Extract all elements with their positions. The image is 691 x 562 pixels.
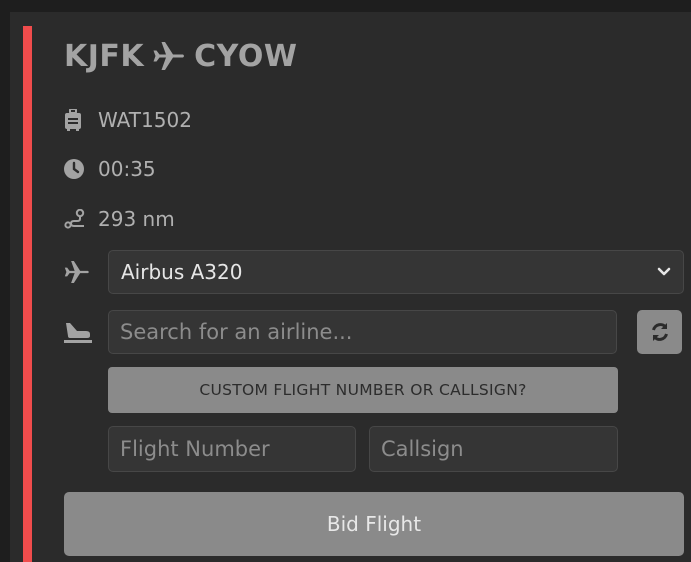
aircraft-select[interactable]: Airbus A320 [108, 250, 684, 294]
duration-value: 00:35 [98, 157, 156, 181]
refresh-icon [651, 323, 668, 341]
aircraft-select-value: Airbus A320 [121, 260, 243, 284]
distance-value: 293 nm [98, 207, 175, 231]
flight-number-row: WAT1502 [64, 106, 192, 134]
luggage-icon [64, 109, 98, 131]
clock-icon [64, 159, 98, 179]
flight-card: KJFK CYOW WAT1502 00:35 293 nm Airbus A3… [10, 12, 691, 562]
plane-icon [64, 254, 98, 290]
distance-row: 293 nm [64, 205, 175, 233]
custom-flight-number-button[interactable]: CUSTOM FLIGHT NUMBER OR CALLSIGN? [108, 367, 618, 413]
accent-bar [23, 26, 32, 562]
flight-number-input[interactable] [108, 426, 356, 472]
callsign-input[interactable] [369, 426, 618, 472]
route-title: KJFK CYOW [64, 34, 297, 78]
chevron-down-icon [657, 267, 671, 277]
bid-flight-button[interactable]: Bid Flight [64, 492, 684, 556]
refresh-button[interactable] [637, 310, 682, 354]
plane-icon [153, 42, 185, 70]
flight-number-value: WAT1502 [98, 108, 192, 132]
destination-code: CYOW [194, 38, 298, 74]
route-icon [64, 209, 98, 229]
airline-search-input[interactable] [108, 310, 617, 354]
duration-row: 00:35 [64, 155, 156, 183]
plane-departure-icon [64, 314, 98, 350]
origin-code: KJFK [64, 38, 145, 74]
